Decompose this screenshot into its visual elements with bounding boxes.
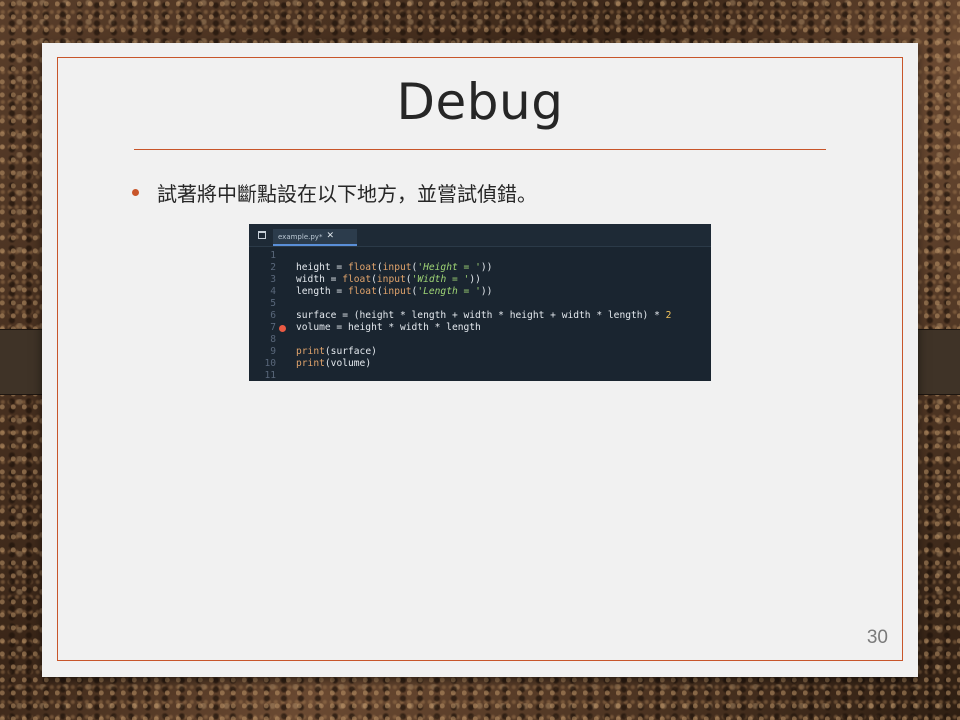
line-number[interactable]: 10	[249, 358, 276, 370]
line-number[interactable]: 5	[249, 298, 276, 310]
code-line[interactable]: 4 length = float(input('Length = '))	[249, 286, 711, 298]
window-icon	[258, 231, 266, 239]
close-icon[interactable]: ✕	[326, 232, 334, 241]
breakpoint-icon[interactable]	[279, 325, 286, 332]
code-line[interactable]: 6 surface = (height * length + width * he…	[249, 310, 711, 322]
tab-example-py[interactable]: example.py* ✕	[273, 229, 357, 246]
code-line[interactable]: 10 print(volume)	[249, 358, 711, 370]
code-text: volume = height * width * length	[296, 322, 481, 333]
code-text: print(volume)	[296, 358, 372, 369]
editor-tab-bar: example.py* ✕	[249, 224, 711, 247]
code-text: print(surface)	[296, 346, 377, 357]
code-text: width = float(input('Width = '))	[296, 274, 481, 285]
bullet-dot-icon	[132, 188, 139, 196]
code-text: surface = (height * length + width * hei…	[296, 310, 672, 321]
line-number[interactable]: 8	[249, 334, 276, 346]
line-number[interactable]: 11	[249, 370, 276, 381]
code-editor-screenshot: example.py* ✕ 1 2 height = float(input('He…	[249, 224, 711, 381]
code-line[interactable]: 11	[249, 370, 711, 381]
title-divider	[134, 149, 826, 150]
code-line[interactable]: 3 width = float(input('Width = '))	[249, 274, 711, 286]
slide-title: Debug	[396, 73, 564, 131]
code-line[interactable]: 2 height = float(input('Height = '))	[249, 262, 711, 274]
code-text: height = float(input('Height = '))	[296, 262, 493, 273]
tab-label: example.py*	[278, 232, 323, 241]
code-line[interactable]: 7 volume = height * width * length	[249, 322, 711, 334]
code-line[interactable]: 5	[249, 298, 711, 310]
code-line[interactable]: 1	[249, 250, 711, 262]
bullet-item: 試著將中斷點設在以下地方，並嘗試偵錯。	[132, 177, 537, 207]
bullet-text: 試著將中斷點設在以下地方，並嘗試偵錯。	[157, 181, 537, 206]
line-number[interactable]: 3	[249, 274, 276, 286]
code-area[interactable]: 1 2 height = float(input('Height = ')) 3 wid…	[249, 250, 711, 381]
code-text: length = float(input('Length = '))	[296, 286, 493, 297]
code-line[interactable]: 8	[249, 334, 711, 346]
line-number[interactable]: 1	[249, 250, 276, 262]
line-number[interactable]: 2	[249, 262, 276, 274]
line-number[interactable]: 7	[249, 322, 276, 334]
line-number[interactable]: 6	[249, 310, 276, 322]
page-number: 30	[866, 627, 888, 648]
line-number[interactable]: 9	[249, 346, 276, 358]
line-number[interactable]: 4	[249, 286, 276, 298]
code-line[interactable]: 9 print(surface)	[249, 346, 711, 358]
